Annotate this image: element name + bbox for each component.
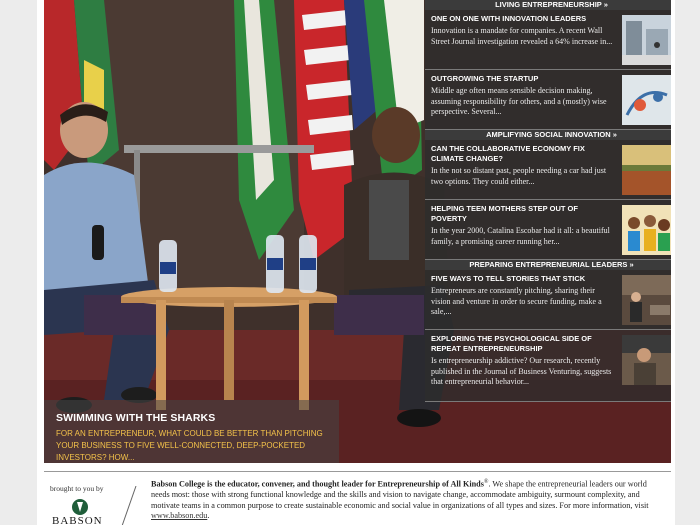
- story-excerpt: Innovation is a mandate for companies. A…: [431, 26, 613, 46]
- office-building-photo[interactable]: [622, 15, 671, 65]
- hero-caption-title[interactable]: Swimming with the Sharks: [56, 412, 329, 424]
- stories-panel: Living Entrepreneurship » One on One wit…: [425, 0, 671, 414]
- footer-divider: [44, 471, 671, 472]
- landscape-photo[interactable]: [622, 145, 671, 195]
- story-excerpt: In the not so distant past, people needi…: [431, 166, 607, 186]
- hero-photo-area[interactable]: Swimming with the Sharks For an entrepre…: [44, 0, 671, 463]
- story-excerpt: Is entrepreneurship addictive? Our resea…: [431, 356, 612, 386]
- story-title[interactable]: Helping Teen Mothers Step out of Poverty: [431, 204, 614, 224]
- babson-website-link[interactable]: www.babson.edu: [151, 511, 207, 520]
- footer-description: Babson College is the educator, convener…: [151, 477, 651, 522]
- divider-slash: [121, 486, 137, 525]
- section-header-social-innovation[interactable]: Amplifying Social Innovation »: [425, 130, 671, 140]
- hero-caption-text[interactable]: For an entrepreneur, what could be bette…: [56, 428, 329, 463]
- babson-logo-text: BABSON: [52, 515, 103, 525]
- section-header-living-entrepreneurship[interactable]: Living Entrepreneurship »: [425, 0, 671, 10]
- story-item[interactable]: Exploring the Psychological Side of Repe…: [425, 330, 671, 402]
- section-header-entrepreneurial-leaders[interactable]: Preparing Entrepreneurial Leaders »: [425, 260, 671, 270]
- growth-illustration-photo[interactable]: [622, 75, 671, 125]
- story-item[interactable]: Can the Collaborative Economy Fix Climat…: [425, 140, 671, 200]
- story-title[interactable]: Can the Collaborative Economy Fix Climat…: [431, 144, 614, 164]
- story-title[interactable]: Exploring the Psychological Side of Repe…: [431, 334, 614, 354]
- story-title[interactable]: Five Ways to Tell Stories that Stick: [431, 274, 614, 284]
- speaker-photo[interactable]: [622, 275, 671, 325]
- story-excerpt: Entrepreneurs are constantly pitching, s…: [431, 286, 602, 316]
- story-item[interactable]: Outgrowing the Startup Middle age often …: [425, 70, 671, 130]
- story-item[interactable]: One on One with Innovation Leaders Innov…: [425, 10, 671, 70]
- footer-lead: Babson College is the educator, convener…: [151, 479, 484, 489]
- person-portrait-photo[interactable]: [622, 335, 671, 385]
- footer-end: .: [207, 511, 210, 521]
- story-title[interactable]: One on One with Innovation Leaders: [431, 14, 614, 24]
- story-title[interactable]: Outgrowing the Startup: [431, 74, 614, 84]
- story-excerpt: In the year 2000, Catalina Escobar had i…: [431, 226, 610, 246]
- hero-caption[interactable]: Swimming with the Sharks For an entrepre…: [44, 400, 339, 463]
- brought-to-you-label: brought to you by: [50, 484, 104, 493]
- story-item[interactable]: Five Ways to Tell Stories that Stick Ent…: [425, 270, 671, 330]
- children-group-photo[interactable]: [622, 205, 671, 255]
- story-excerpt: Middle age often means sensible decision…: [431, 86, 607, 116]
- story-item[interactable]: Helping Teen Mothers Step out of Poverty…: [425, 200, 671, 260]
